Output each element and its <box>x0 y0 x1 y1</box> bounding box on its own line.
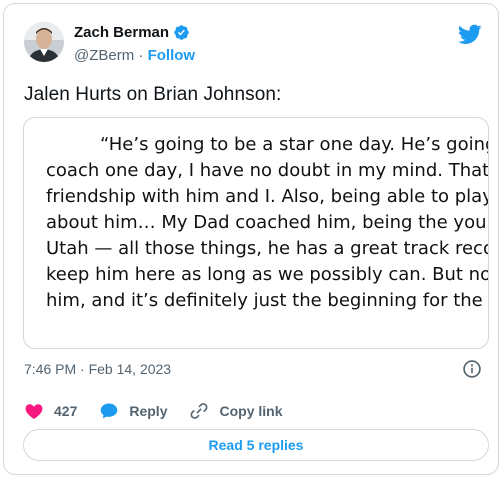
handle-row: @ZBerm · Follow <box>74 47 195 64</box>
heart-icon <box>25 404 43 419</box>
quote-line: about him… My Dad coached him, being the… <box>46 212 489 233</box>
reply-button[interactable]: Reply <box>99 401 167 421</box>
author-name-text[interactable]: Zach Berman <box>74 24 169 41</box>
quote-line: friendship with him and I. Also, being a… <box>46 186 489 207</box>
author-handle[interactable]: @ZBerm <box>74 47 134 64</box>
verified-badge-icon <box>174 25 189 40</box>
twitter-bird-icon[interactable] <box>458 22 482 46</box>
quote-image[interactable]: “He’s going to be a star one day. He’s g… <box>23 117 489 349</box>
quote-line: coach one day, I have no doubt in my min… <box>46 160 489 181</box>
quote-line: “He’s going to be a star one day. He’s g… <box>100 134 489 155</box>
quote-line: him, and it’s definitely just the beginn… <box>46 290 489 311</box>
copy-link-button[interactable]: Copy link <box>189 401 283 421</box>
tweet-timestamp[interactable]: 7:46 PM · Feb 14, 2023 <box>24 361 171 377</box>
quote-line: keep him here as long as we possibly can… <box>46 264 489 285</box>
follow-link[interactable]: Follow <box>148 47 196 64</box>
speech-bubble-icon <box>101 403 118 419</box>
action-bar: 427 Reply Copy link <box>24 401 305 421</box>
author-name[interactable]: Zach Berman <box>74 24 190 41</box>
like-button[interactable]: 427 <box>24 401 77 421</box>
read-replies-label: Read 5 replies <box>208 437 304 453</box>
copy-link-label: Copy link <box>219 403 283 419</box>
quote-line: Utah — all those things, he has a great … <box>46 238 489 259</box>
quote-text: “He’s going to be a star one day. He’s g… <box>46 132 489 314</box>
handle-separator: · <box>134 47 148 64</box>
tweet-text: Jalen Hurts on Brian Johnson: <box>24 84 282 105</box>
info-icon[interactable] <box>462 359 482 379</box>
avatar[interactable] <box>24 22 64 62</box>
link-icon <box>191 403 208 419</box>
read-replies-button[interactable]: Read 5 replies <box>23 429 489 461</box>
tweet-card: Zach Berman @ZBerm · Follow Jalen Hurts … <box>3 3 499 475</box>
like-count: 427 <box>54 403 78 419</box>
reply-label: Reply <box>129 403 168 419</box>
